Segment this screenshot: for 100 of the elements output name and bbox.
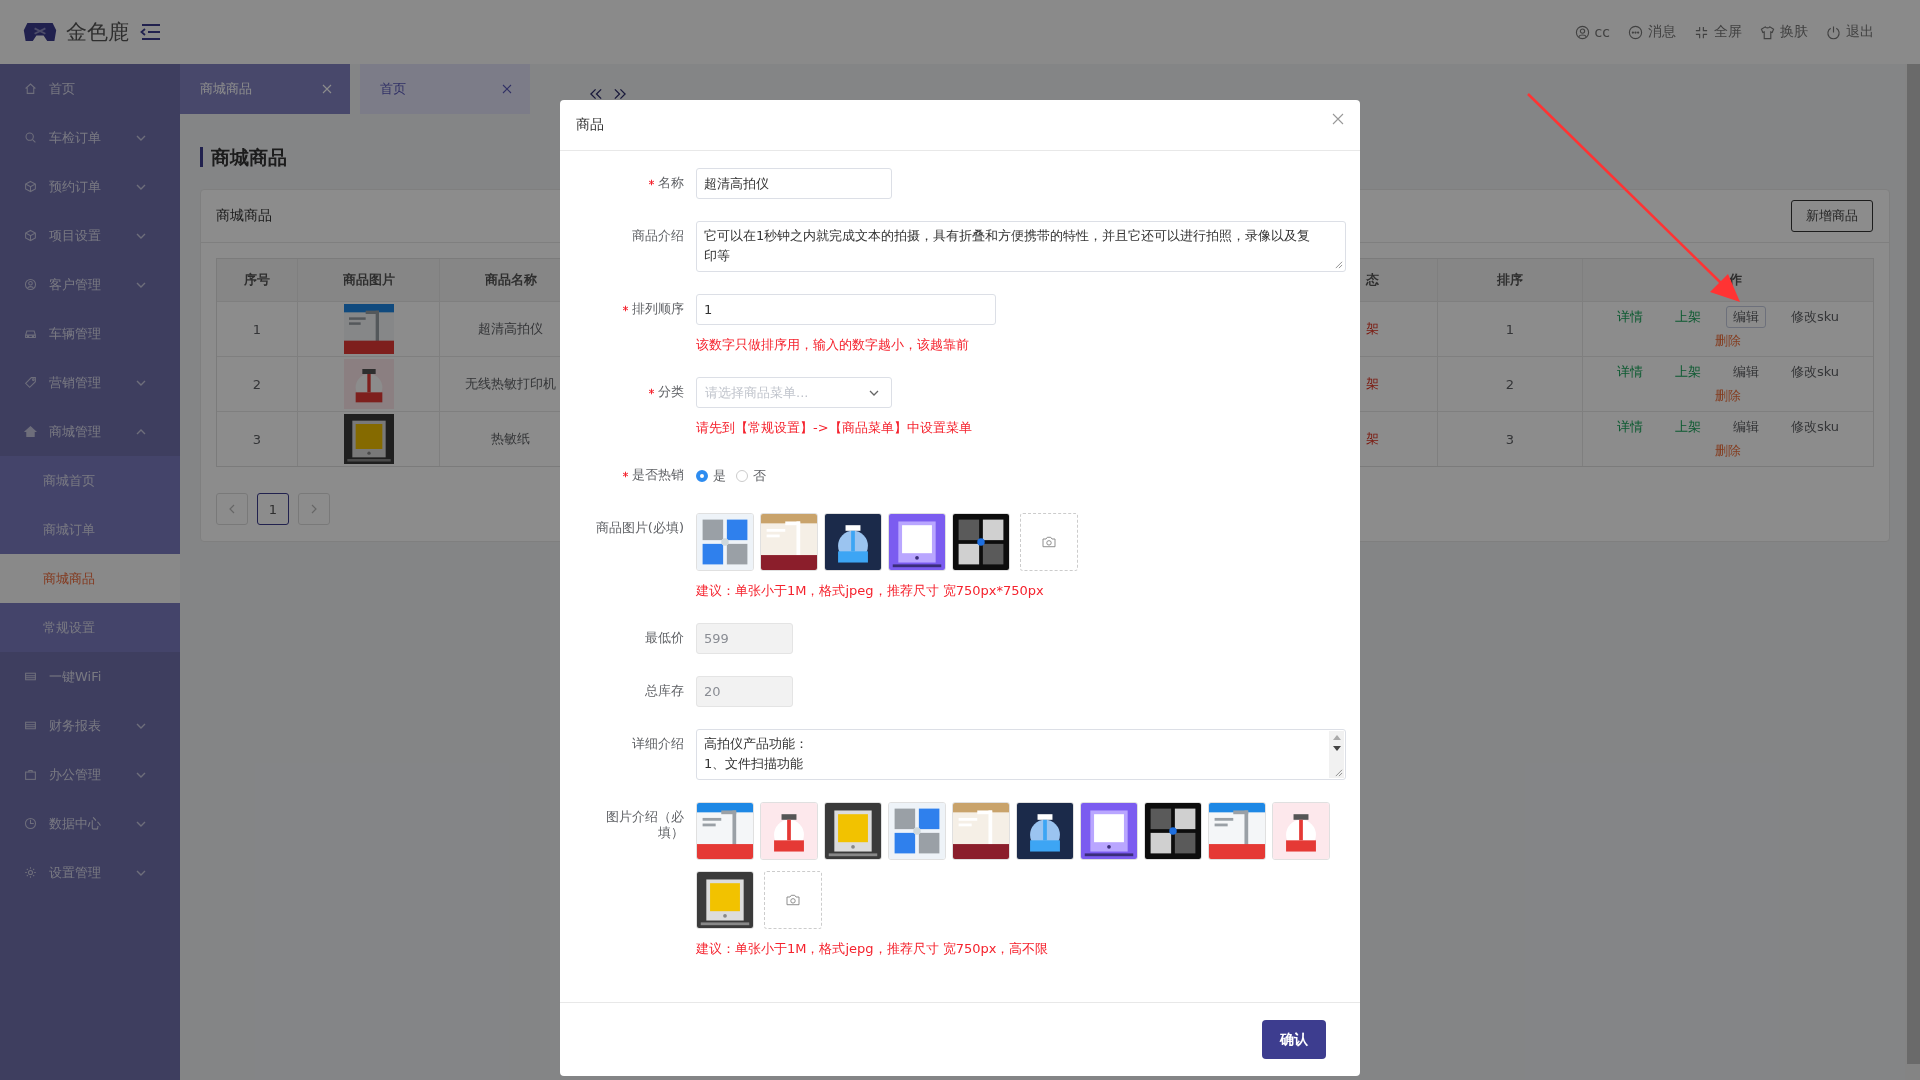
field-label: 名称 <box>658 175 684 191</box>
scroll-up-icon[interactable] <box>1332 735 1341 740</box>
scroll-down-icon[interactable] <box>1332 746 1341 751</box>
search-icon <box>24 131 37 144</box>
field-label: 图片介绍（必填） <box>605 809 684 841</box>
chat-icon <box>1628 24 1643 40</box>
action-link[interactable]: 编辑 <box>1725 361 1766 383</box>
power-icon <box>1826 24 1841 40</box>
hint-text: 该数字只做排序用，输入的数字越小，该越靠前 <box>696 336 970 354</box>
settings-icon <box>24 866 37 879</box>
field-label: 是否热销 <box>632 467 684 483</box>
fullscreen-icon <box>1694 24 1709 40</box>
field-label: 详细介绍 <box>632 736 684 752</box>
column-header: 排序 <box>1438 259 1583 301</box>
house-icon <box>24 425 37 438</box>
category-select[interactable]: 请选择商品菜单... <box>696 377 892 408</box>
action-link[interactable]: 删除 <box>1708 385 1748 407</box>
hint-text: 建议：单张小于1M，格式jepg，推荐尺寸 宽750px，高不限 <box>696 940 1050 958</box>
text-area-value: 高拍仪产品功能： 1、文件扫描功能 <box>704 735 809 773</box>
tab-label: 首页 <box>380 80 406 98</box>
cube-icon <box>24 180 37 193</box>
table-cell: 1 <box>217 302 298 356</box>
tab[interactable]: 商城商品 <box>180 64 350 114</box>
field-label: 分类 <box>658 384 684 400</box>
header-action[interactable]: cc <box>1574 23 1610 41</box>
header-action[interactable]: 全屏 <box>1694 23 1742 41</box>
action-link[interactable]: 上架 <box>1667 416 1708 438</box>
action-link[interactable]: 详情 <box>1609 361 1650 383</box>
field-label: 最低价 <box>645 630 684 646</box>
action-link[interactable]: 上架 <box>1667 306 1708 328</box>
menu-icon[interactable] <box>139 23 161 41</box>
text-area[interactable]: 它可以在1秒钟之内就完成文本的拍摄，具有折叠和方便携带的特性，并且它还可以进行拍照，录像以及复印等 <box>696 221 1346 272</box>
sidebar-item[interactable]: 财务报表 <box>0 701 180 750</box>
input-field[interactable]: 1 <box>696 294 996 325</box>
card-icon <box>24 670 37 683</box>
app-brand: 金色鹿 <box>66 19 129 46</box>
radio-button[interactable] <box>696 469 708 482</box>
upload-button[interactable] <box>1020 513 1078 571</box>
sidebar-item[interactable]: 预约订单 <box>0 162 180 211</box>
shirt-icon <box>1760 24 1775 40</box>
dialog-title: 商品 <box>576 116 604 134</box>
table-cell: 3 <box>1438 412 1583 466</box>
confirm-button[interactable]: 确认 <box>1262 1020 1326 1059</box>
tab[interactable]: 首页 <box>360 64 530 114</box>
column-header: 序号 <box>217 259 298 301</box>
table-cell: 2 <box>217 357 298 411</box>
upload-button[interactable] <box>764 871 822 929</box>
header-action[interactable]: 退出 <box>1826 23 1874 41</box>
action-link[interactable]: 修改sku <box>1783 306 1847 328</box>
tab-label: 商城商品 <box>200 80 252 98</box>
double-chevron-left-icon[interactable] <box>590 88 603 100</box>
header-action[interactable]: 换肤 <box>1760 23 1808 41</box>
radio-option[interactable]: 否 <box>736 466 766 485</box>
field-label: 商品图片(必填) <box>595 520 684 536</box>
action-link[interactable]: 详情 <box>1609 306 1650 328</box>
sidebar-item[interactable]: 车检订单 <box>0 113 180 162</box>
house-icon <box>24 82 37 95</box>
scrollbar[interactable] <box>1329 731 1344 778</box>
action-link[interactable]: 编辑 <box>1725 306 1766 328</box>
chevron-right-icon <box>311 504 317 514</box>
table-cell: 1 <box>1438 302 1583 356</box>
action-link[interactable]: 详情 <box>1609 416 1650 438</box>
field-label: 总库存 <box>645 683 684 699</box>
status-text: 架 <box>1362 357 1438 411</box>
action-link[interactable]: 修改sku <box>1783 416 1847 438</box>
text-area[interactable]: 高拍仪产品功能： 1、文件扫描功能 <box>696 729 1346 780</box>
action-link[interactable]: 修改sku <box>1783 361 1847 383</box>
tag-icon <box>24 376 37 389</box>
user-icon <box>1574 24 1590 40</box>
status-text: 架 <box>1362 412 1438 466</box>
camera-icon <box>1042 536 1056 548</box>
user-icon <box>24 278 37 291</box>
action-link[interactable]: 删除 <box>1708 440 1748 462</box>
status-text: 架 <box>1362 302 1438 356</box>
radio-option[interactable]: 是 <box>696 466 726 485</box>
briefcase-icon <box>24 768 37 781</box>
action-link[interactable]: 编辑 <box>1725 416 1766 438</box>
camera-icon <box>786 894 800 906</box>
close-icon[interactable] <box>1332 113 1344 125</box>
close-icon[interactable] <box>502 84 512 94</box>
column-header: 商品图片 <box>298 259 440 301</box>
submenu-item[interactable]: 商城商品 <box>0 554 180 603</box>
action-link[interactable]: 上架 <box>1667 361 1708 383</box>
field-label: 排列顺序 <box>632 301 684 317</box>
page-button[interactable]: 1 <box>257 493 289 525</box>
double-chevron-right-icon[interactable] <box>613 88 626 100</box>
card-icon <box>24 719 37 732</box>
cube-icon <box>24 229 37 242</box>
table-cell: 2 <box>1438 357 1583 411</box>
action-link[interactable]: 删除 <box>1708 330 1748 352</box>
header-action[interactable]: 消息 <box>1628 23 1676 41</box>
add-button[interactable]: 新增商品 <box>1791 200 1873 232</box>
select-placeholder: 请选择商品菜单... <box>705 383 809 402</box>
input-field[interactable]: 超清高拍仪 <box>696 168 892 199</box>
resize-handle-icon[interactable] <box>1334 768 1343 777</box>
hint-text: 请先到【常规设置】->【商品菜单】中设置菜单 <box>696 419 973 437</box>
chevron-down-icon <box>869 389 879 396</box>
field-label: 商品介绍 <box>632 228 684 244</box>
resize-handle-icon[interactable] <box>1334 260 1343 269</box>
chevron-left-icon <box>229 504 235 514</box>
